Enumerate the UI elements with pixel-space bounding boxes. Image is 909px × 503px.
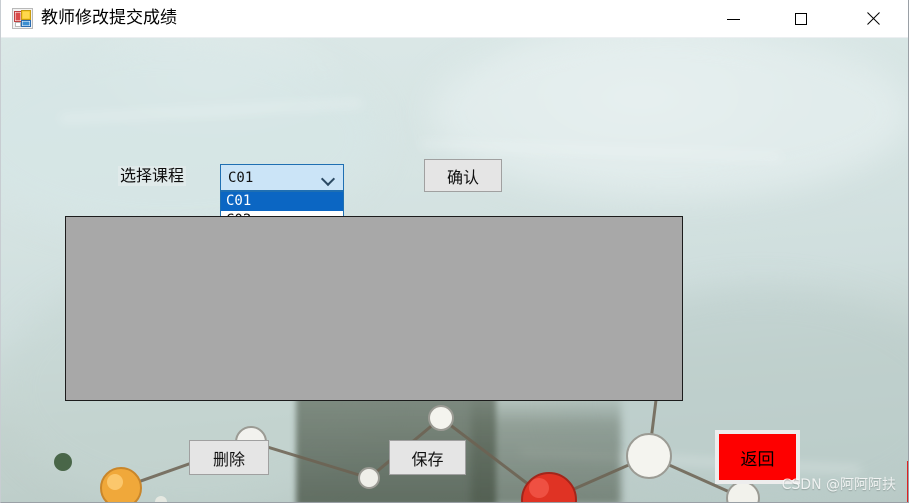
close-icon (866, 12, 880, 26)
csdn-watermark: CSDN @阿阿阿扶 (781, 477, 896, 493)
title-bar: 教师修改提交成绩 (1, 0, 908, 38)
minimize-button[interactable] (710, 0, 756, 38)
background-wash (431, 38, 908, 198)
save-button[interactable]: 保存 (389, 440, 466, 475)
application-window: 教师修改提交成绩 选择课程 C01 C01 确认 删除 保存 返回 CSDN @… (0, 0, 909, 503)
course-select-label: 选择课程 (118, 166, 187, 186)
maximize-icon (795, 13, 807, 25)
maximize-button[interactable] (778, 0, 824, 38)
winforms-app-icon (12, 8, 33, 29)
grades-data-grid[interactable] (65, 216, 683, 401)
background-streak (421, 141, 781, 160)
dropdown-option-c01[interactable]: C01 (221, 192, 343, 211)
course-combobox-value: C01 (228, 170, 254, 186)
window-title: 教师修改提交成绩 (41, 8, 177, 28)
background-streak (61, 100, 361, 122)
chevron-down-icon (323, 174, 335, 181)
form-client-area: 选择课程 C01 C01 C02 确认 删除 保存 返回 CSDN @阿阿阿扶 (1, 38, 908, 502)
confirm-button[interactable]: 确认 (424, 159, 502, 192)
close-button[interactable] (850, 0, 896, 38)
delete-button[interactable]: 删除 (189, 440, 269, 475)
minimize-icon (726, 18, 740, 20)
course-combobox[interactable]: C01 (220, 164, 344, 191)
